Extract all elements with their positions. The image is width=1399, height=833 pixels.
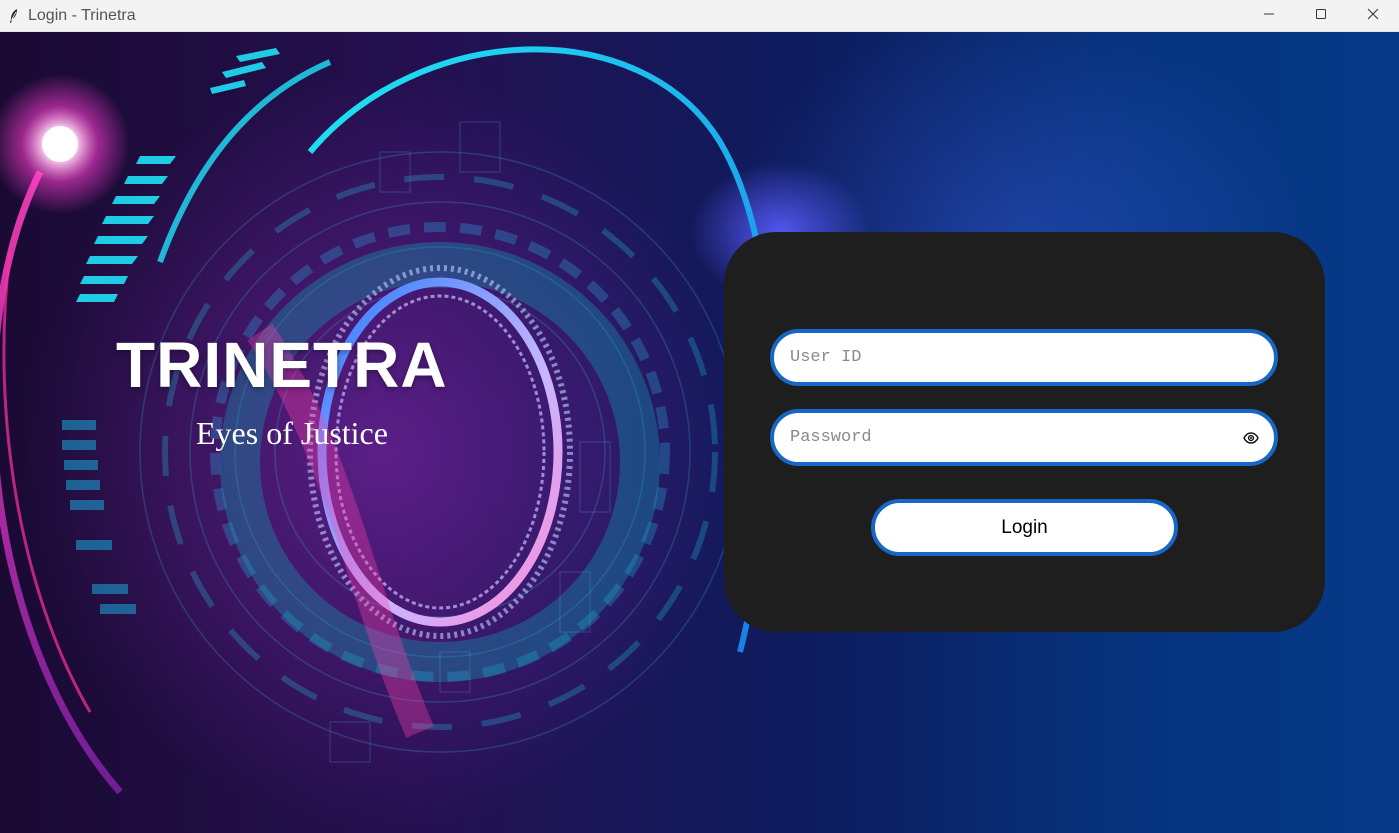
minimize-icon bbox=[1263, 7, 1275, 25]
window-controls bbox=[1243, 0, 1399, 32]
close-icon bbox=[1367, 7, 1379, 25]
window-title: Login - Trinetra bbox=[28, 6, 136, 24]
maximize-button[interactable] bbox=[1295, 0, 1347, 32]
eye-icon[interactable] bbox=[1240, 427, 1262, 449]
login-screen: TRINETRA Eyes of Justice Login bbox=[0, 32, 1399, 833]
login-button[interactable]: Login bbox=[871, 499, 1178, 556]
maximize-icon bbox=[1315, 7, 1327, 25]
password-field[interactable] bbox=[770, 409, 1278, 466]
login-card: Login bbox=[724, 232, 1325, 632]
title-bar: Login - Trinetra bbox=[0, 0, 1399, 32]
app-tagline: Eyes of Justice bbox=[196, 415, 388, 451]
feather-icon bbox=[0, 0, 28, 32]
user-id-input[interactable] bbox=[774, 348, 1274, 367]
minimize-button[interactable] bbox=[1243, 0, 1295, 32]
password-input[interactable] bbox=[774, 428, 1274, 447]
user-id-field[interactable] bbox=[770, 329, 1278, 386]
app-title: TRINETRA bbox=[116, 329, 448, 401]
close-button[interactable] bbox=[1347, 0, 1399, 32]
